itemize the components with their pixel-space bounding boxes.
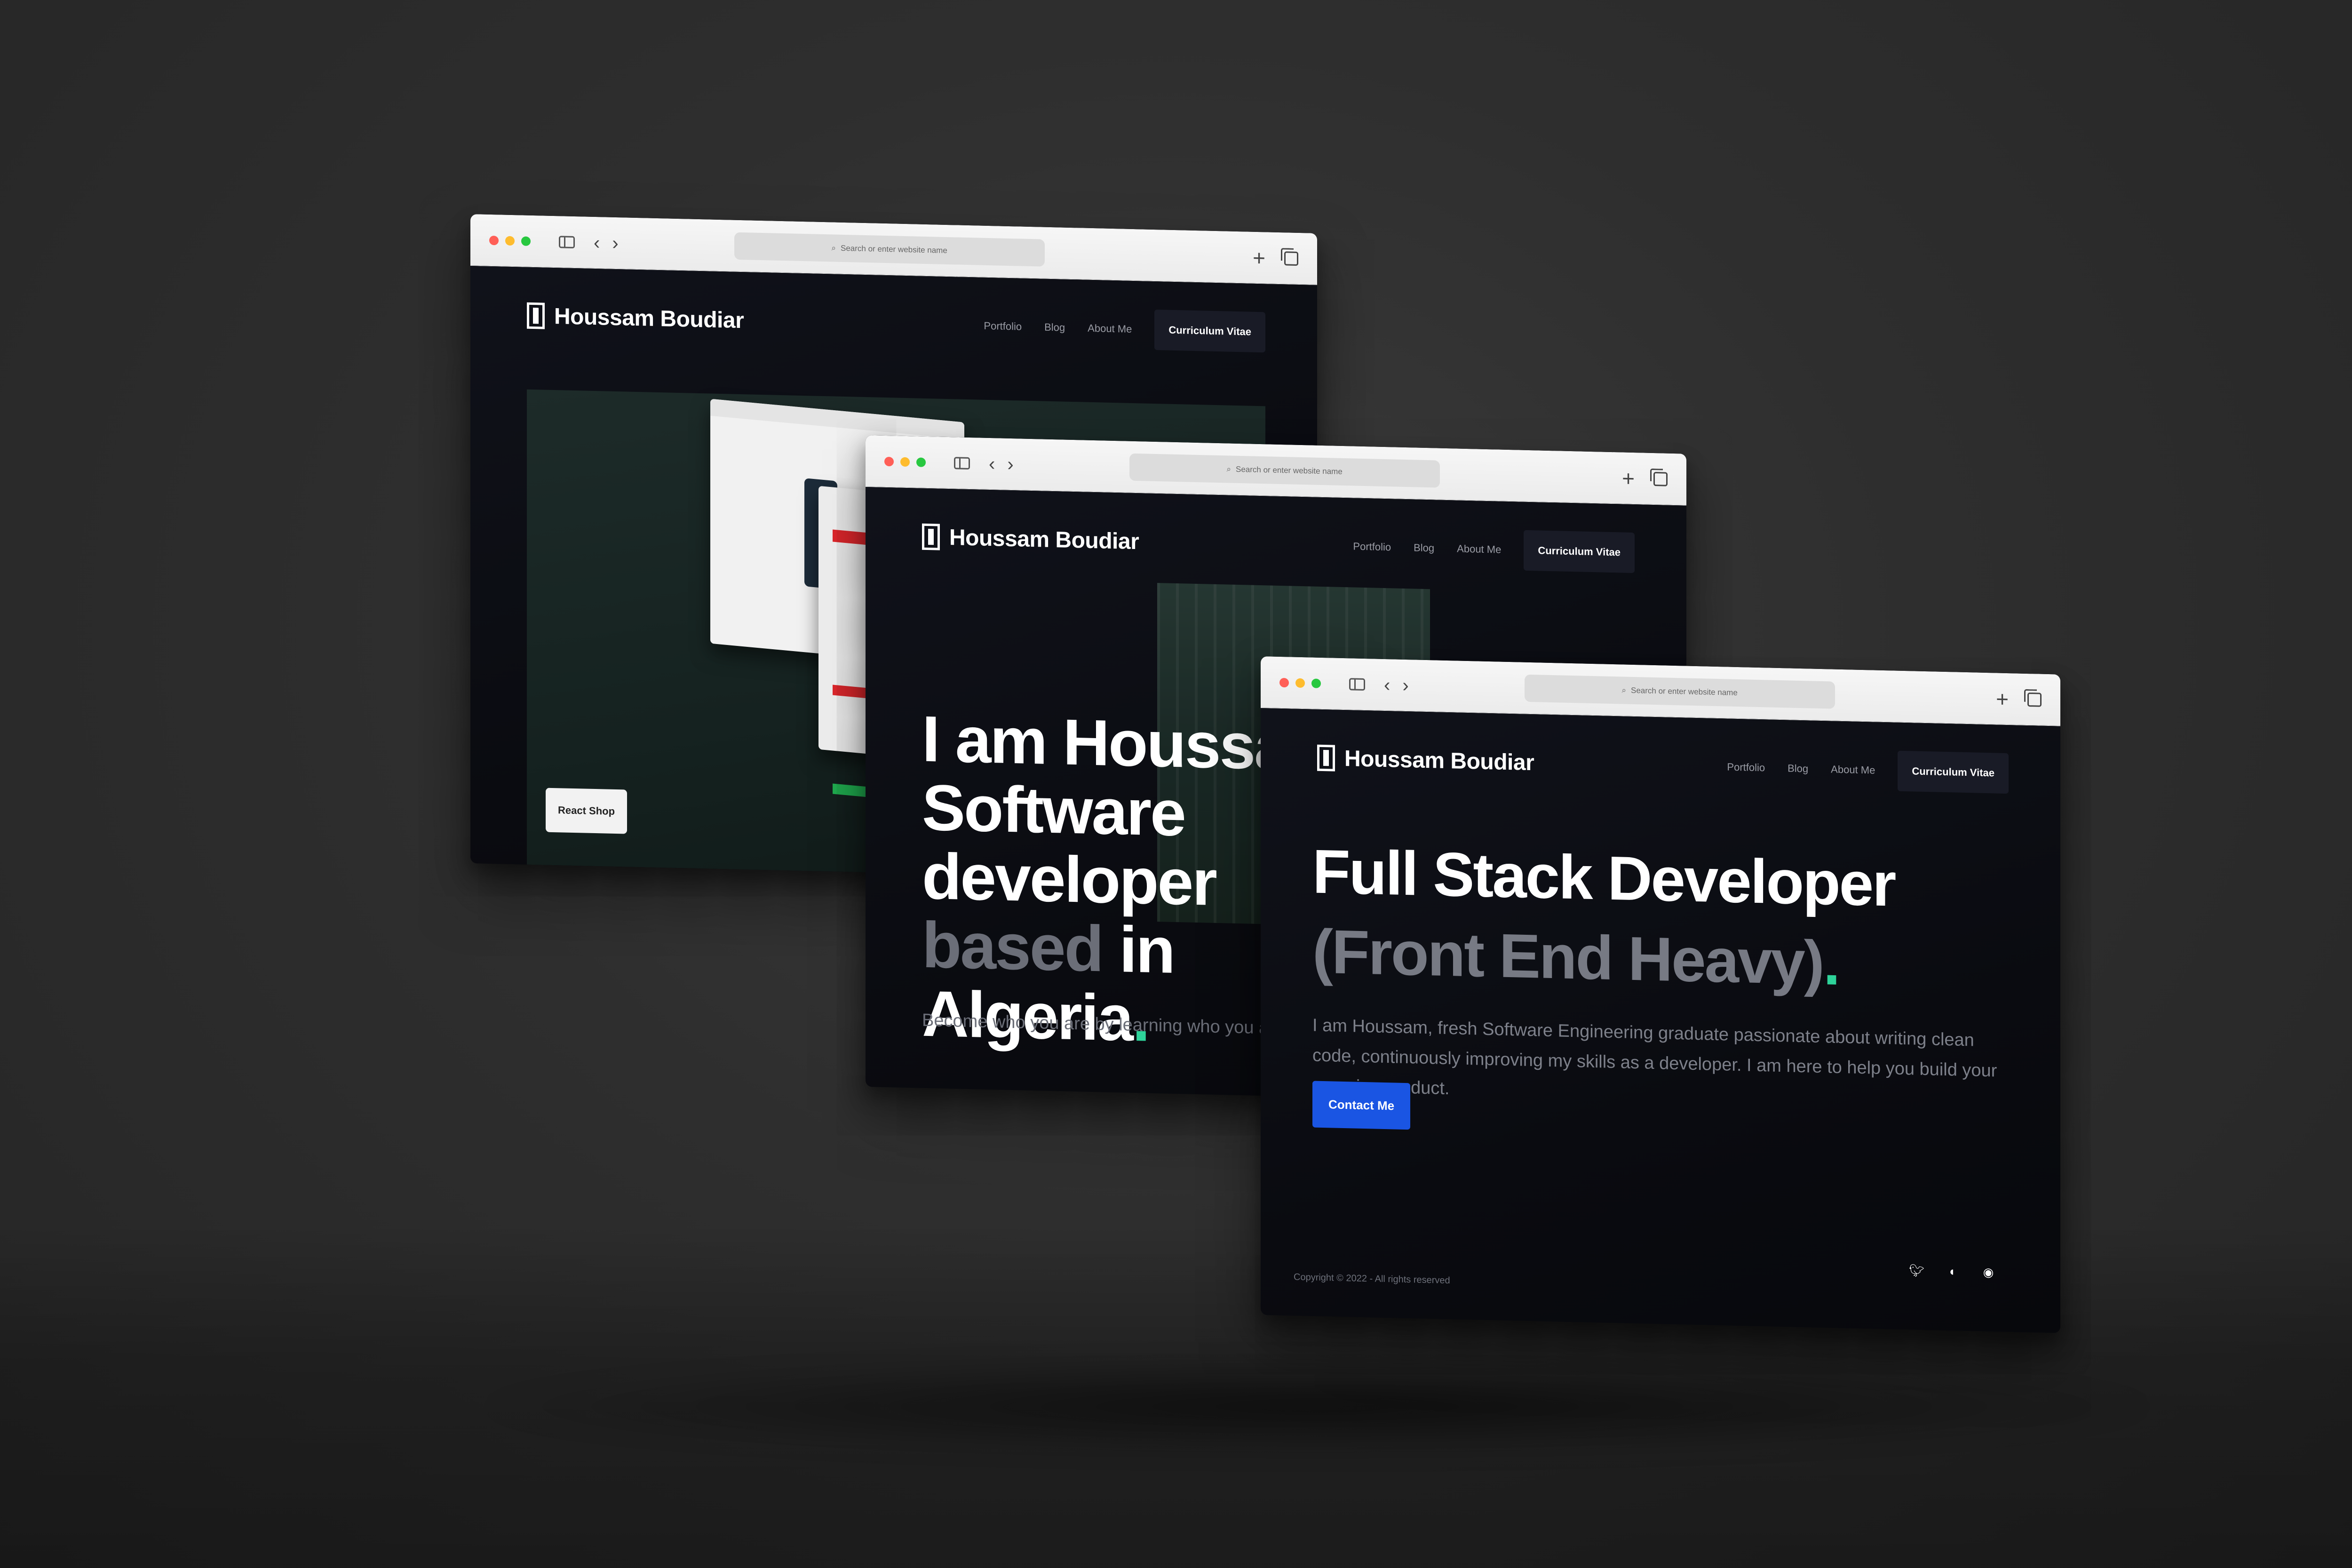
react-shop-button[interactable]: React Shop: [546, 788, 628, 834]
full-stack-heading: Full Stack Developer (Front End Heavy).: [1312, 831, 1895, 1004]
back-arrow-icon[interactable]: ‹: [594, 232, 600, 253]
nav-about-me[interactable]: About Me: [1831, 764, 1875, 777]
brand-name: Houssam Boudiar: [949, 525, 1139, 554]
hero-muted-word: based: [922, 908, 1103, 986]
nav-about-me[interactable]: About Me: [1457, 543, 1501, 556]
new-tab-icon[interactable]: +: [1253, 245, 1265, 270]
brand-logo[interactable]: Houssam Boudiar: [1317, 744, 1534, 776]
brand-name: Houssam Boudiar: [1344, 746, 1534, 775]
heading-line-2: (Front End Heavy).: [1312, 911, 1895, 1004]
heading-line-1: Full Stack Developer: [1312, 836, 1895, 919]
curriculum-vitae-button[interactable]: Curriculum Vitae: [1154, 310, 1265, 353]
maximize-window-button[interactable]: [521, 236, 531, 246]
project-screenshot-checkout: [833, 783, 866, 797]
browser-window-full-stack: ‹ › ⌕ Search or enter website name + Hou…: [1261, 656, 2060, 1333]
address-placeholder: Search or enter website name: [1631, 685, 1738, 697]
site-nav: Portfolio Blog About Me Curriculum Vitae: [1353, 526, 1635, 573]
address-bar[interactable]: ⌕ Search or enter website name: [734, 232, 1045, 267]
back-arrow-icon[interactable]: ‹: [989, 453, 995, 474]
project-screenshot-badge: [833, 529, 866, 545]
nav-portfolio[interactable]: Portfolio: [1727, 761, 1765, 774]
sidebar-toggle-icon[interactable]: [954, 456, 970, 470]
address-placeholder: Search or enter website name: [1236, 464, 1343, 476]
maximize-window-button[interactable]: [1311, 678, 1321, 688]
search-icon: ⌕: [1621, 685, 1627, 695]
logo-mark-icon: [1317, 744, 1335, 772]
close-window-button[interactable]: [1279, 677, 1289, 687]
window-controls: [489, 235, 531, 246]
curriculum-vitae-button[interactable]: Curriculum Vitae: [1524, 530, 1635, 573]
github-icon[interactable]: ◖: [1946, 1264, 1958, 1279]
search-icon: ⌕: [1226, 464, 1232, 474]
window-controls: [884, 456, 926, 467]
window-controls: [1279, 677, 1321, 688]
brand-logo[interactable]: Houssam Boudiar: [922, 523, 1139, 555]
nav-about-me[interactable]: About Me: [1088, 322, 1132, 335]
tab-overview-icon[interactable]: [2027, 692, 2042, 707]
search-icon: ⌕: [831, 243, 836, 253]
brand-name: Houssam Boudiar: [554, 303, 744, 333]
close-window-button[interactable]: [884, 456, 894, 466]
project-screenshot-button: [833, 685, 866, 698]
brand-logo[interactable]: Houssam Boudiar: [527, 302, 744, 334]
project-screenshot-toolbar: [710, 398, 964, 439]
tab-overview-icon[interactable]: [1284, 251, 1298, 266]
sidebar-toggle-icon[interactable]: [1349, 677, 1365, 691]
site-nav: Portfolio Blog About Me Curriculum Vitae: [984, 306, 1265, 353]
logo-mark-icon: [922, 523, 940, 550]
new-tab-icon[interactable]: +: [1622, 466, 1635, 491]
nav-portfolio[interactable]: Portfolio: [1353, 541, 1391, 554]
sidebar-toggle-icon[interactable]: [559, 235, 575, 248]
nav-blog[interactable]: Blog: [1044, 321, 1065, 334]
intro-description: I am Houssam, fresh Software Engineering…: [1312, 1015, 1997, 1099]
address-bar[interactable]: ⌕ Search or enter website name: [1524, 674, 1835, 709]
social-links: 🐦︎ ◖ ◉: [1909, 1263, 1994, 1280]
address-bar[interactable]: ⌕ Search or enter website name: [1129, 453, 1440, 488]
close-window-button[interactable]: [489, 235, 499, 245]
back-arrow-icon[interactable]: ‹: [1384, 674, 1390, 695]
forward-arrow-icon[interactable]: ›: [1007, 454, 1013, 474]
nav-blog[interactable]: Blog: [1788, 762, 1808, 775]
floor-shadow: [470, 1355, 2164, 1458]
minimize-window-button[interactable]: [900, 457, 910, 467]
site-page: Houssam Boudiar Portfolio Blog About Me …: [1261, 708, 2060, 1333]
heading-muted-text: (Front End Heavy): [1312, 916, 1823, 998]
nav-portfolio[interactable]: Portfolio: [984, 320, 1022, 333]
contact-me-button[interactable]: Contact Me: [1312, 1081, 1411, 1130]
copyright-text: Copyright © 2022 - All rights reserved: [1294, 1272, 1450, 1286]
site-nav: Portfolio Blog About Me Curriculum Vitae: [1727, 747, 2009, 794]
twitter-icon[interactable]: 🐦︎: [1909, 1263, 1924, 1278]
curriculum-vitae-button[interactable]: Curriculum Vitae: [1898, 750, 2009, 794]
address-placeholder: Search or enter website name: [841, 243, 947, 255]
tab-overview-icon[interactable]: [1653, 471, 1668, 486]
minimize-window-button[interactable]: [1295, 678, 1305, 688]
accent-dot: .: [1823, 928, 1839, 998]
discord-icon[interactable]: ◉: [1982, 1265, 1994, 1280]
minimize-window-button[interactable]: [505, 236, 515, 246]
maximize-window-button[interactable]: [916, 457, 926, 467]
hero-line-4-rest: in: [1102, 913, 1174, 987]
new-tab-icon[interactable]: +: [1996, 686, 2009, 711]
forward-arrow-icon[interactable]: ›: [1402, 675, 1408, 695]
logo-mark-icon: [527, 302, 545, 329]
forward-arrow-icon[interactable]: ›: [612, 232, 618, 253]
nav-blog[interactable]: Blog: [1414, 541, 1434, 554]
